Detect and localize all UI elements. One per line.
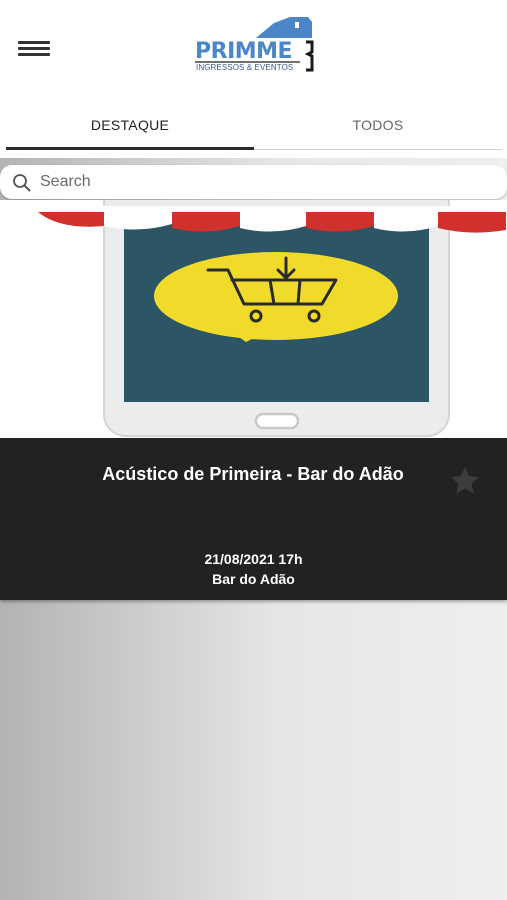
search-icon[interactable] — [12, 173, 32, 193]
event-card[interactable]: Acústico de Primeira - Bar do Adão 21/08… — [0, 438, 507, 600]
event-image[interactable] — [0, 200, 507, 438]
event-title: Acústico de Primeira - Bar do Adão — [102, 464, 404, 484]
tab-todos[interactable]: TODOS — [254, 100, 502, 150]
star-icon[interactable] — [448, 464, 482, 498]
logo-tagline: INGRESSOS & EVENTOS — [196, 63, 294, 72]
app-header: PRIMME INGRESSOS & EVENTOS DESTAQUE TODO… — [0, 0, 507, 158]
search-input[interactable] — [40, 169, 480, 195]
logo-text: PRIMME — [195, 39, 293, 64]
event-date: 21/08/2021 17h — [204, 551, 303, 567]
tab-bar: DESTAQUE TODOS — [6, 100, 502, 150]
event-venue: Bar do Adão — [212, 571, 295, 587]
tab-destaque[interactable]: DESTAQUE — [6, 100, 254, 150]
search-bar — [0, 165, 507, 199]
shop-phone-cart-illustration — [38, 200, 506, 437]
brand-logo: PRIMME INGRESSOS & EVENTOS — [192, 14, 320, 74]
hamburger-menu-icon[interactable] — [18, 38, 50, 60]
